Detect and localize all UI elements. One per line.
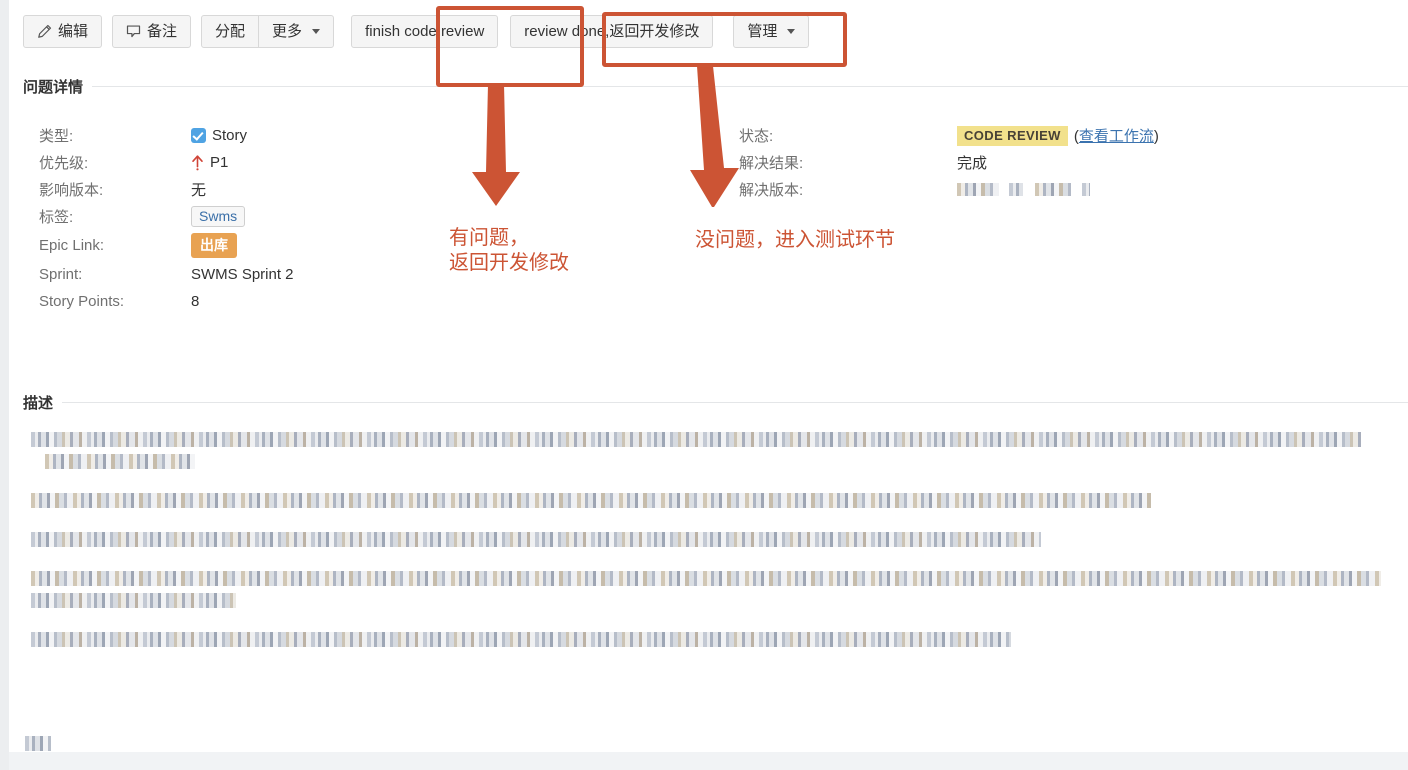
field-value-status: CODE REVIEW (查看工作流) bbox=[957, 125, 1159, 146]
field-label-status: 状态: bbox=[739, 128, 774, 145]
description-body bbox=[31, 428, 1381, 667]
issue-action-toolbar: 编辑 备注 分配 更多 finish code review review do… bbox=[9, 0, 1408, 62]
label-chip-swms[interactable]: Swms bbox=[191, 206, 246, 227]
field-label-story-points: Story Points: bbox=[39, 293, 125, 310]
field-row-fix-version: 解决版本: bbox=[739, 176, 1159, 203]
finish-code-review-button[interactable]: finish code review bbox=[351, 14, 499, 48]
description-section-title: 描述 bbox=[23, 395, 54, 412]
redacted-line bbox=[31, 567, 1381, 589]
field-label-sprint: Sprint: bbox=[39, 266, 83, 283]
field-row-affects-version: 影响版本: 无 bbox=[39, 176, 294, 203]
redacted-line bbox=[31, 428, 1381, 450]
redacted-line bbox=[31, 489, 1381, 511]
redacted-line bbox=[31, 628, 1381, 650]
description-paragraph bbox=[31, 567, 1381, 611]
field-value-resolution: 完成 bbox=[957, 155, 988, 172]
field-row-resolution: 解决结果: 完成 bbox=[739, 149, 1159, 176]
redacted-text bbox=[31, 492, 1151, 508]
manage-dropdown-button[interactable]: 管理 bbox=[733, 14, 810, 48]
finish-code-review-arrow-icon bbox=[472, 84, 520, 206]
epic-badge[interactable]: 出库 bbox=[191, 233, 237, 258]
assign-button-label: 分配 bbox=[215, 22, 246, 40]
details-section-header: 问题详情 bbox=[9, 76, 1408, 97]
redacted-text bbox=[31, 570, 1381, 586]
more-dropdown-button[interactable]: 更多 bbox=[258, 14, 335, 48]
redacted-text bbox=[31, 431, 1361, 447]
field-row-epic-link: Epic Link: 出库 bbox=[39, 230, 294, 261]
redacted-text bbox=[957, 183, 999, 196]
speech-bubble-icon bbox=[126, 24, 141, 39]
finish-code-review-label: finish code review bbox=[365, 22, 485, 40]
redacted-line bbox=[31, 589, 1381, 611]
details-left-column: 类型: Story 优先级: P1 影响版本: 无 标签: Swms Epic … bbox=[39, 122, 294, 315]
view-workflow-link[interactable]: 查看工作流 bbox=[1079, 128, 1154, 145]
chevron-down-icon bbox=[312, 28, 321, 34]
field-value-fix-version bbox=[957, 183, 1090, 196]
review-done-label: review done,返回开发修改 bbox=[524, 22, 700, 40]
redacted-text bbox=[1035, 183, 1071, 196]
issue-detail-page: 编辑 备注 分配 更多 finish code review review do… bbox=[0, 0, 1408, 770]
priority-up-icon bbox=[191, 154, 204, 171]
redacted-text bbox=[25, 736, 51, 752]
status-badge: CODE REVIEW bbox=[957, 125, 1068, 146]
comment-button[interactable]: 备注 bbox=[112, 14, 192, 48]
field-value-labels: Swms bbox=[191, 206, 246, 227]
review-done-button[interactable]: review done,返回开发修改 bbox=[510, 14, 714, 48]
description-paragraph bbox=[31, 628, 1381, 650]
field-label-affects-version: 影响版本: bbox=[39, 182, 104, 199]
section-divider bbox=[92, 86, 1408, 87]
field-label-fix-version: 解决版本: bbox=[739, 182, 804, 199]
field-label-resolution: 解决结果: bbox=[739, 155, 804, 172]
field-value-type: Story bbox=[191, 127, 247, 144]
field-value-priority: P1 bbox=[191, 154, 228, 171]
workflow-link-wrap: (查看工作流) bbox=[1074, 125, 1159, 146]
field-value-priority-text: P1 bbox=[210, 154, 229, 171]
redacted-text bbox=[31, 592, 236, 608]
manage-dropdown-label: 管理 bbox=[747, 22, 778, 40]
field-row-sprint: Sprint: SWMS Sprint 2 bbox=[39, 261, 294, 288]
redacted-line bbox=[31, 450, 1381, 472]
assign-more-button-group: 分配 更多 bbox=[201, 14, 335, 48]
details-section-title: 问题详情 bbox=[23, 79, 84, 96]
finish-code-review-callout-text: 有问题， 返回开发修改 bbox=[449, 227, 569, 274]
field-label-epic-link: Epic Link: bbox=[39, 237, 105, 254]
field-value-story-points: 8 bbox=[191, 293, 200, 310]
field-row-labels: 标签: Swms bbox=[39, 203, 294, 230]
page-bottom-strip bbox=[9, 752, 1408, 770]
description-footer-redacted bbox=[25, 735, 51, 753]
paren-close: ) bbox=[1153, 128, 1159, 145]
field-row-status: 状态: CODE REVIEW (查看工作流) bbox=[739, 122, 1159, 149]
redacted-text bbox=[1082, 183, 1090, 196]
description-paragraph bbox=[31, 528, 1381, 550]
pencil-icon bbox=[37, 24, 52, 39]
redacted-text bbox=[1009, 183, 1023, 196]
section-divider bbox=[62, 402, 1408, 403]
description-paragraph bbox=[31, 489, 1381, 511]
field-value-sprint: SWMS Sprint 2 bbox=[191, 266, 294, 283]
field-value-epic-link: 出库 bbox=[191, 233, 237, 258]
description-section-header: 描述 bbox=[9, 392, 1408, 413]
redacted-text bbox=[31, 631, 1011, 647]
edit-button-label: 编辑 bbox=[58, 22, 89, 40]
field-label-type: 类型: bbox=[39, 128, 74, 145]
field-value-affects-version: 无 bbox=[191, 182, 207, 199]
story-type-icon bbox=[191, 128, 206, 143]
field-row-story-points: Story Points: 8 bbox=[39, 288, 294, 315]
field-row-type: 类型: Story bbox=[39, 122, 294, 149]
redacted-text bbox=[45, 453, 195, 469]
description-paragraph bbox=[31, 428, 1381, 472]
field-value-type-text: Story bbox=[212, 127, 248, 144]
comment-button-label: 备注 bbox=[147, 22, 178, 40]
field-label-labels: 标签: bbox=[39, 209, 74, 226]
chevron-down-icon bbox=[787, 28, 796, 34]
assign-button[interactable]: 分配 bbox=[201, 14, 260, 48]
edit-button[interactable]: 编辑 bbox=[23, 14, 103, 48]
more-dropdown-label: 更多 bbox=[272, 22, 303, 40]
redacted-text bbox=[31, 531, 1041, 547]
review-done-callout-text: 没问题，进入测试环节 bbox=[695, 229, 895, 251]
field-label-priority: 优先级: bbox=[39, 155, 89, 172]
details-right-column: 状态: CODE REVIEW (查看工作流) 解决结果: 完成 解决版本: bbox=[739, 122, 1159, 203]
redacted-line bbox=[31, 528, 1381, 550]
field-row-priority: 优先级: P1 bbox=[39, 149, 294, 176]
